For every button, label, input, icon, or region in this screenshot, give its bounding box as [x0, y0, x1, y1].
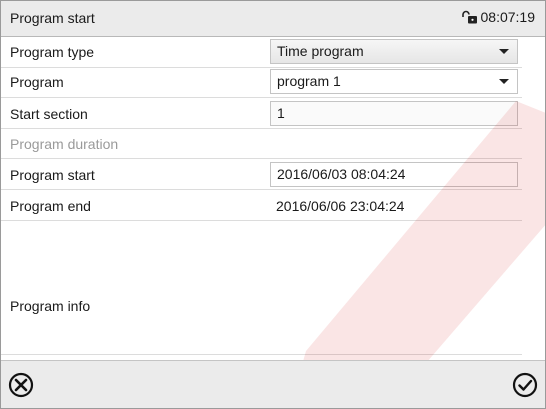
confirm-button[interactable] [511, 371, 541, 401]
start-section-value: 1 [277, 105, 285, 121]
checkmark-circle-icon [511, 371, 541, 399]
program-end-value: 2016/06/06 23:04:24 [276, 198, 405, 214]
start-section-input[interactable]: 1 [270, 101, 518, 126]
page-title: Program start [10, 10, 95, 26]
program-label: Program [10, 74, 64, 90]
unlocked-lock-icon [461, 10, 478, 24]
footer-bar [1, 360, 545, 408]
clock-time: 08:07:19 [480, 9, 536, 25]
program-start-input[interactable]: 2016/06/03 08:04:24 [270, 162, 518, 187]
cancel-button[interactable] [7, 371, 37, 401]
start-section-label: Start section [10, 106, 88, 122]
program-info-label: Program info [10, 298, 91, 314]
row-program-info: Program info [1, 221, 522, 355]
chevron-down-icon [499, 79, 509, 84]
program-start-window: Program start 08:07:19 Program type Time… [0, 0, 546, 409]
cancel-circle-icon [7, 371, 37, 399]
program-duration-label: Program duration [10, 136, 119, 152]
title-bar: Program start 08:07:19 [1, 1, 545, 37]
row-start-section: Start section 1 [1, 98, 522, 129]
program-type-label: Program type [10, 44, 95, 60]
program-type-dropdown[interactable]: Time program [270, 39, 518, 64]
chevron-down-icon [499, 49, 509, 54]
row-program: Program program 1 [1, 68, 522, 98]
row-program-type: Program type Time program [1, 37, 522, 68]
program-start-label: Program start [10, 167, 95, 183]
program-end-label: Program end [10, 198, 91, 214]
program-dropdown[interactable]: program 1 [270, 69, 518, 94]
program-start-value: 2016/06/03 08:04:24 [277, 166, 406, 182]
row-program-duration: Program duration [1, 129, 522, 159]
program-value: program 1 [277, 73, 341, 89]
program-type-value: Time program [277, 43, 364, 59]
row-program-end: Program end 2016/06/06 23:04:24 [1, 190, 522, 221]
status-clock: 08:07:19 [461, 9, 536, 25]
row-program-start: Program start 2016/06/03 08:04:24 [1, 159, 522, 190]
